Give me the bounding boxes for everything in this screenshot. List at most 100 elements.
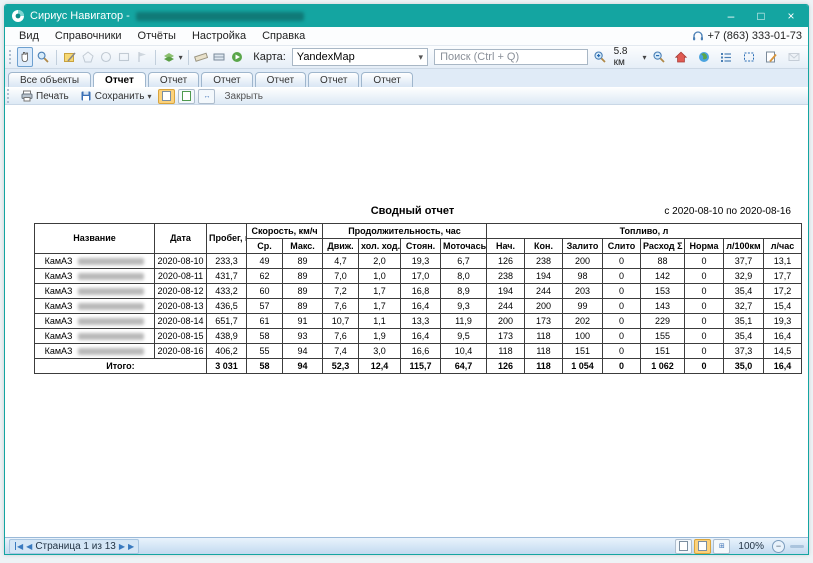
vehicle-name-cell: КамАЗ [35,329,155,344]
menu-item-Отчёты[interactable]: Отчёты [130,30,184,42]
message-button[interactable] [783,47,804,67]
value-cell: 7,6 [323,299,359,314]
value-cell: 9,3 [441,299,487,314]
value-cell: 126 [487,254,525,269]
vehicle-name: КамАЗ [45,316,73,326]
tab-report-4[interactable]: Отчет [255,72,306,87]
total-value-cell: 1 062 [641,359,685,374]
next-page-icon: ▶ [119,542,125,551]
next-page-button[interactable]: ▶ [119,542,125,551]
tab-report-2[interactable]: Отчет [148,72,199,87]
value-cell: 200 [525,299,563,314]
view-fit-width-button[interactable]: ↔ [198,89,215,104]
vehicle-name-cell: КамАЗ [35,299,155,314]
globe-button[interactable] [693,47,714,67]
draw-circle-button[interactable] [98,47,114,67]
pan-tool-button[interactable] [17,47,33,67]
save-button[interactable]: Сохранить ▾ [76,89,156,103]
view-mode-multi-button[interactable]: ⊞ [713,539,730,554]
column-sub-header: Ср. [247,239,283,254]
total-value-cell: 3 031 [207,359,247,374]
view-mode-fit-button[interactable] [694,539,711,554]
status-bar: ◀ ◀ Страница 1 из 13 ▶ ▶ ⊞ 100% − [5,537,808,554]
home-view-button[interactable] [671,47,692,67]
tab-report-5[interactable]: Отчет [308,72,359,87]
last-page-button[interactable]: ▶ [128,542,134,551]
maximize-button[interactable]: □ [746,5,776,27]
layers-button[interactable] [161,47,177,67]
vehicle-name-cell: КамАЗ [35,254,155,269]
app-window: Сириус Навигатор - – □ × ВидСправочникиО… [4,4,809,555]
save-label: Сохранить [95,91,145,102]
menu-item-Вид[interactable]: Вид [11,30,47,42]
add-flag-button[interactable] [134,47,150,67]
selection-rect-icon [742,50,756,64]
value-cell: 62 [247,269,283,284]
column-sub-header: Залито [563,239,603,254]
value-cell: 0 [603,299,641,314]
select-area-button[interactable] [738,47,759,67]
value-cell: 17,7 [764,269,802,284]
save-dropdown-caret[interactable]: ▾ [147,92,151,101]
value-cell: 1,1 [359,314,401,329]
zoom-tool-button[interactable] [35,47,51,67]
value-cell: 4,7 [323,254,359,269]
menu-item-Настройка[interactable]: Настройка [184,30,254,42]
column-sub-header: Моточасы [441,239,487,254]
total-value-cell: 12,4 [359,359,401,374]
view-actual-size-button[interactable] [158,89,175,104]
value-cell: 89 [283,254,323,269]
print-button[interactable]: Печать [17,89,73,103]
value-cell: 16,4 [764,329,802,344]
page-indicator: Страница 1 из 13 [35,541,116,552]
layers-dropdown-caret[interactable]: ▾ [179,53,183,62]
value-cell: 151 [641,344,685,359]
value-cell: 16,8 [401,284,441,299]
draw-polygon-button[interactable] [80,47,96,67]
map-scale-value: 5.8 км [614,46,640,68]
measure-distance-button[interactable] [193,47,209,67]
zoom-out-button[interactable] [648,47,669,67]
map-select[interactable]: YandexMap ▾ [292,48,428,66]
home-icon [674,50,688,64]
rectangle-icon [117,50,131,64]
value-cell: 153 [641,284,685,299]
menu-item-Справочники[interactable]: Справочники [47,30,130,42]
object-list-button[interactable] [716,47,737,67]
close-report-button[interactable]: Закрыть [218,91,269,102]
vehicle-name: КамАЗ [45,256,73,266]
search-input[interactable] [434,49,588,65]
toolbar-grip [7,89,11,103]
list-icon [719,50,733,64]
view-fit-page-button[interactable] [178,89,195,104]
track-playback-button[interactable] [229,47,245,67]
prev-page-icon: ◀ [26,542,32,551]
tab-report-6[interactable]: Отчет [361,72,412,87]
measure-area-button[interactable] [211,47,227,67]
column-sub-header: Макс. [283,239,323,254]
menu-item-Справка[interactable]: Справка [254,30,313,42]
edit-report-button[interactable] [761,47,782,67]
column-sub-header: Расход Σ [641,239,685,254]
view-mode-single-button[interactable] [675,539,692,554]
first-page-button[interactable]: ◀ [14,542,23,551]
tab-report-3[interactable]: Отчет [201,72,252,87]
value-cell: 60 [247,284,283,299]
close-button[interactable]: × [776,5,806,27]
minimize-button[interactable]: – [716,5,746,27]
table-row: КамАЗ2020-08-14651,7619110,71,113,311,92… [35,314,802,329]
draw-rectangle-button[interactable] [116,47,132,67]
scale-dropdown-caret[interactable]: ▾ [642,53,646,62]
prev-page-button[interactable]: ◀ [26,542,32,551]
value-cell: 651,7 [207,314,247,329]
column-sub-header: Движ. [323,239,359,254]
value-cell: 16,4 [401,329,441,344]
edit-zones-button[interactable] [62,47,78,67]
zoom-out-slider-button[interactable]: − [772,540,785,553]
tab-report-1[interactable]: Отчет [93,72,146,87]
value-cell: 431,7 [207,269,247,284]
zoom-slider[interactable] [790,545,804,548]
zoom-in-button[interactable] [590,47,611,67]
total-value-cell: 94 [283,359,323,374]
tab-all-objects[interactable]: Все объекты [8,72,91,87]
